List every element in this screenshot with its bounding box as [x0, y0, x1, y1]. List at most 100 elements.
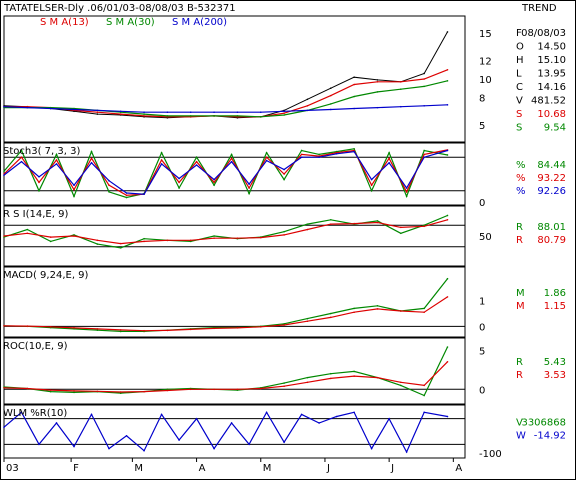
- data-point: [405, 195, 408, 198]
- data-point: [166, 115, 169, 117]
- data-point: [405, 451, 408, 453]
- data-point: [3, 105, 5, 108]
- data-point: [283, 178, 285, 181]
- data-point: [90, 150, 93, 153]
- readout-value: 481.52: [531, 96, 566, 107]
- data-point: [283, 112, 285, 114]
- data-point: [370, 184, 373, 186]
- data-point: [26, 106, 29, 109]
- data-point: [423, 394, 425, 397]
- data-point: [329, 372, 332, 375]
- data-point: [160, 159, 163, 161]
- data-point: [423, 104, 425, 107]
- data-point: [283, 173, 285, 175]
- data-point: [119, 242, 122, 245]
- data-point: [353, 107, 355, 110]
- data-point: [96, 239, 99, 242]
- data-point: [405, 191, 408, 193]
- data-point: [376, 106, 379, 109]
- data-point: [353, 307, 355, 310]
- data-point: [26, 325, 29, 327]
- data-point: [423, 78, 425, 80]
- data-point: [265, 156, 268, 158]
- y-tick-label: 8: [479, 93, 485, 104]
- data-point: [166, 389, 169, 392]
- data-point: [265, 151, 268, 154]
- readout-label: O: [516, 42, 524, 53]
- data-point: [329, 312, 332, 315]
- data-point: [329, 108, 332, 111]
- data-point: [119, 330, 122, 333]
- data-point: [283, 382, 285, 384]
- data-point: [388, 417, 390, 420]
- data-point: [446, 415, 449, 418]
- data-point: [300, 413, 303, 416]
- data-point: [388, 151, 390, 154]
- data-point: [265, 411, 268, 414]
- data-point: [73, 390, 75, 392]
- readout-value: 15.10: [537, 55, 566, 66]
- data-point: [265, 159, 268, 162]
- data-point: [329, 103, 332, 105]
- data-point: [446, 361, 449, 363]
- x-tick-label: J: [326, 463, 330, 474]
- data-point: [306, 320, 309, 323]
- data-point: [143, 329, 145, 332]
- data-point: [300, 149, 303, 152]
- data-point: [96, 390, 99, 393]
- data-point: [400, 88, 402, 90]
- data-point: [26, 232, 29, 235]
- data-point: [38, 176, 40, 178]
- data-point: [3, 325, 5, 327]
- data-point: [55, 422, 58, 424]
- data-point: [370, 190, 373, 192]
- data-point: [283, 385, 285, 387]
- data-point: [213, 388, 215, 391]
- readout-label: %: [516, 186, 526, 197]
- readout-label: R: [516, 222, 523, 233]
- data-point: [236, 115, 239, 117]
- panel-title: Stoch3( 7, 3, 3): [3, 146, 80, 157]
- y-tick-label: 10: [479, 75, 492, 86]
- data-point: [353, 222, 355, 225]
- data-point: [96, 328, 99, 330]
- data-point: [236, 237, 239, 239]
- data-point: [230, 153, 233, 156]
- data-point: [400, 381, 402, 384]
- data-point: [329, 316, 332, 319]
- data-point: [376, 308, 379, 310]
- data-point: [446, 214, 449, 217]
- data-point: [335, 415, 338, 418]
- data-point: [189, 388, 192, 391]
- data-point: [423, 225, 425, 228]
- data-point: [388, 162, 390, 164]
- y-tick-label: 0: [479, 198, 485, 209]
- data-point: [300, 156, 303, 158]
- readout-label: R: [516, 235, 523, 246]
- data-point: [49, 107, 52, 110]
- readout-value: 14.16: [537, 82, 566, 93]
- data-point: [248, 192, 250, 195]
- data-point: [353, 76, 355, 78]
- data-point: [423, 153, 425, 156]
- data-point: [55, 163, 58, 165]
- data-point: [283, 324, 285, 326]
- readout-value: 3306868: [521, 418, 566, 429]
- data-point: [400, 384, 402, 387]
- data-point: [49, 389, 52, 391]
- data-point: [318, 153, 320, 156]
- readout-label: H: [516, 55, 524, 66]
- readout-value: 9.54: [544, 123, 566, 134]
- data-point: [108, 184, 110, 186]
- data-point: [329, 219, 332, 221]
- readout-label: C: [516, 82, 523, 93]
- data-point: [178, 177, 180, 180]
- data-point: [353, 148, 355, 150]
- data-point: [423, 311, 425, 314]
- data-point: [370, 178, 373, 181]
- readout-value: 92.26: [537, 186, 566, 197]
- data-point: [376, 91, 379, 93]
- panel-title: WLM %R(10): [3, 408, 67, 419]
- data-point: [73, 391, 75, 394]
- data-point: [446, 104, 449, 106]
